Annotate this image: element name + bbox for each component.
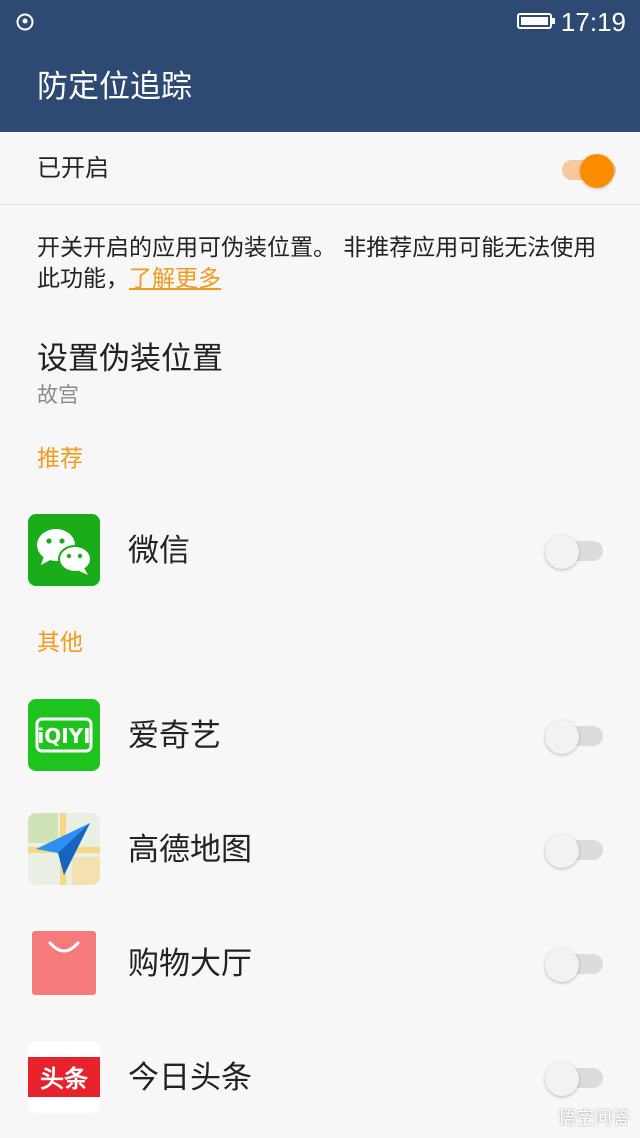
master-toggle[interactable]: [558, 148, 616, 188]
app-name: 今日头条: [128, 1060, 252, 1096]
amap-icon: [28, 813, 100, 885]
app-name: 微信: [128, 533, 190, 569]
section-recommended: 推荐: [37, 446, 83, 472]
app-toggle-toutiao[interactable]: [545, 1056, 603, 1096]
svg-text:头条: 头条: [40, 1065, 89, 1093]
location-icon: [16, 13, 34, 31]
app-name: 购物大厅: [128, 946, 252, 982]
toggle-knob: [545, 1062, 579, 1096]
wechat-icon: [28, 514, 100, 586]
toggle-knob: [580, 154, 614, 188]
app-row-iqiyi[interactable]: iQIYI 爱奇艺: [0, 690, 640, 780]
fake-location-value: 故宫: [37, 383, 79, 407]
learn-more-link[interactable]: 了解更多: [129, 266, 221, 292]
description-text: 开关开启的应用可伪装位置。 非推荐应用可能无法使用此功能，: [37, 235, 597, 292]
app-toggle-wechat[interactable]: [545, 529, 603, 569]
toggle-knob: [545, 535, 579, 569]
battery-icon: [517, 13, 555, 29]
toggle-knob: [545, 834, 579, 868]
shopping-bag-icon: [28, 927, 100, 999]
app-row-amap[interactable]: 高德地图: [0, 804, 640, 894]
section-others: 其他: [37, 630, 83, 656]
svg-text:iQIYI: iQIYI: [37, 724, 90, 748]
app-row-toutiao[interactable]: 头条 今日头条: [0, 1032, 640, 1122]
toutiao-icon: 头条: [28, 1041, 100, 1113]
toggle-knob: [545, 720, 579, 754]
status-bar: 17:19: [0, 0, 640, 44]
master-switch-label: 已开启: [37, 154, 109, 182]
iqiyi-icon: iQIYI: [28, 699, 100, 771]
status-time: 17:19: [560, 7, 626, 37]
description: 开关开启的应用可伪装位置。 非推荐应用可能无法使用此功能，了解更多: [37, 233, 607, 295]
toggle-knob: [545, 948, 579, 982]
app-name: 爱奇艺: [128, 718, 221, 754]
watermark: 悟空问答: [558, 1108, 630, 1129]
page-title: 防定位追踪: [37, 69, 192, 105]
app-row-wechat[interactable]: 微信: [0, 505, 640, 595]
master-switch-row[interactable]: 已开启: [0, 132, 640, 205]
app-bar: 防定位追踪: [0, 44, 640, 132]
app-toggle-iqiyi[interactable]: [545, 714, 603, 754]
app-toggle-amap[interactable]: [545, 828, 603, 868]
app-toggle-shopping[interactable]: [545, 942, 603, 982]
app-row-shopping[interactable]: 购物大厅: [0, 918, 640, 1008]
fake-location-title: 设置伪装位置: [37, 341, 223, 377]
app-name: 高德地图: [128, 832, 252, 868]
